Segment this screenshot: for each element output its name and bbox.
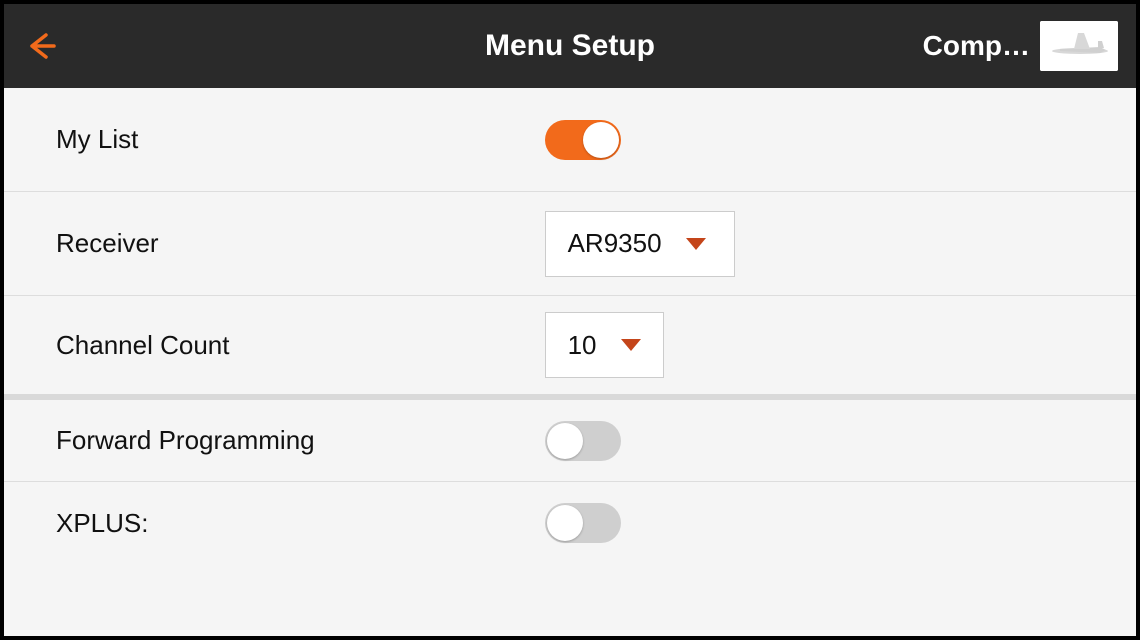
- receiver-value: AR9350: [568, 228, 662, 259]
- forward-programming-label: Forward Programming: [56, 425, 519, 456]
- toggle-knob: [547, 505, 583, 541]
- my-list-toggle[interactable]: [545, 120, 621, 160]
- model-name-label: Comp…: [923, 30, 1030, 62]
- forward-programming-toggle[interactable]: [545, 421, 621, 461]
- receiver-select[interactable]: AR9350: [545, 211, 735, 277]
- row-xplus: XPLUS:: [4, 482, 1136, 564]
- model-thumbnail: [1040, 21, 1118, 71]
- chevron-down-icon: [621, 339, 641, 351]
- xplus-control: [519, 503, 1084, 543]
- app-frame: Menu Setup Comp… My List: [0, 0, 1140, 640]
- receiver-control: AR9350: [519, 211, 1084, 277]
- header-bar: Menu Setup Comp…: [4, 4, 1136, 88]
- settings-list: My List Receiver AR9350 Channel Coun: [4, 88, 1136, 636]
- toggle-knob: [547, 423, 583, 459]
- my-list-control: [519, 120, 1084, 160]
- toggle-knob: [583, 122, 619, 158]
- forward-programming-control: [519, 421, 1084, 461]
- row-receiver: Receiver AR9350: [4, 192, 1136, 296]
- row-my-list: My List: [4, 88, 1136, 192]
- xplus-label: XPLUS:: [56, 508, 519, 539]
- airplane-icon: [1040, 21, 1118, 71]
- back-arrow-icon: [24, 29, 58, 63]
- channel-count-select[interactable]: 10: [545, 312, 664, 378]
- my-list-label: My List: [56, 124, 519, 155]
- row-forward-programming: Forward Programming: [4, 400, 1136, 482]
- xplus-toggle[interactable]: [545, 503, 621, 543]
- model-selector[interactable]: Comp…: [923, 21, 1118, 71]
- row-channel-count: Channel Count 10: [4, 296, 1136, 400]
- channel-count-control: 10: [519, 312, 1084, 378]
- chevron-down-icon: [686, 238, 706, 250]
- receiver-label: Receiver: [56, 228, 519, 259]
- channel-count-label: Channel Count: [56, 330, 519, 361]
- channel-count-value: 10: [568, 330, 597, 361]
- app-inner: Menu Setup Comp… My List: [4, 4, 1136, 636]
- back-button[interactable]: [22, 27, 60, 65]
